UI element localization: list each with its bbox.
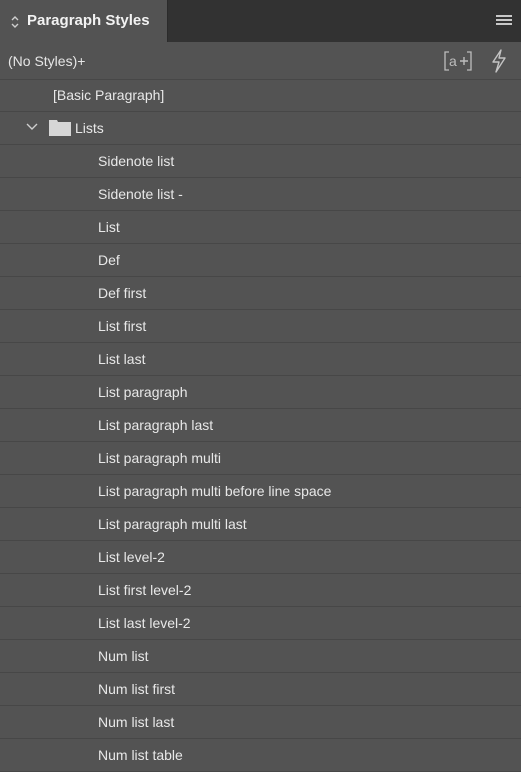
panel-title: Paragraph Styles	[27, 12, 150, 29]
style-name: List last level-2	[98, 615, 191, 631]
chevron-down-icon[interactable]	[26, 123, 38, 131]
svg-text:a: a	[449, 53, 457, 69]
style-row[interactable]: List paragraph multi last	[0, 508, 521, 541]
style-toolbar: (No Styles)+ a	[0, 43, 521, 80]
style-row-basic-paragraph[interactable]: [Basic Paragraph]	[0, 79, 521, 112]
style-name: List level-2	[98, 549, 165, 565]
style-row[interactable]: List last level-2	[0, 607, 521, 640]
style-row[interactable]: List paragraph multi before line space	[0, 475, 521, 508]
paragraph-styles-panel: Paragraph Styles (No Styles)+ a [Basic P…	[0, 0, 521, 772]
style-row[interactable]: List first	[0, 310, 521, 343]
style-row[interactable]: Def first	[0, 277, 521, 310]
lightning-icon[interactable]	[490, 49, 508, 73]
style-name: Num list	[98, 648, 149, 664]
style-name: List paragraph multi last	[98, 516, 247, 532]
tab-paragraph-styles[interactable]: Paragraph Styles	[0, 0, 168, 42]
style-name: List last	[98, 351, 146, 367]
style-name: Sidenote list -	[98, 186, 183, 202]
style-name: List first	[98, 318, 147, 334]
style-group-lists[interactable]: Lists	[0, 112, 521, 145]
style-row[interactable]: Num list	[0, 640, 521, 673]
style-name: Def	[98, 252, 120, 268]
group-items: Sidenote list Sidenote list - List Def Def f…	[0, 145, 521, 772]
style-name: List paragraph multi before line space	[98, 483, 332, 499]
style-row[interactable]: List paragraph last	[0, 409, 521, 442]
style-name: Num list last	[98, 714, 175, 730]
style-row[interactable]: Def	[0, 244, 521, 277]
styles-list: [Basic Paragraph] Lists Sidenote list Sid…	[0, 79, 521, 772]
style-name: List paragraph last	[98, 417, 214, 433]
style-name: List paragraph	[98, 384, 188, 400]
style-name: Def first	[98, 285, 147, 301]
style-row[interactable]: List paragraph	[0, 376, 521, 409]
folder-icon	[49, 120, 71, 136]
style-row[interactable]: List level-2	[0, 541, 521, 574]
current-style-label[interactable]: (No Styles)+	[8, 53, 85, 69]
style-name: [Basic Paragraph]	[53, 87, 165, 103]
panel-menu-icon[interactable]	[496, 15, 512, 27]
style-row[interactable]: Sidenote list -	[0, 178, 521, 211]
style-name: Num list table	[98, 747, 183, 763]
panel-tab-bar: Paragraph Styles	[0, 0, 521, 42]
style-row[interactable]: List first level-2	[0, 574, 521, 607]
style-row[interactable]: List	[0, 211, 521, 244]
style-name: List first level-2	[98, 582, 192, 598]
style-name: List	[98, 219, 120, 235]
group-name: Lists	[75, 120, 104, 136]
style-row[interactable]: Num list first	[0, 673, 521, 706]
style-row[interactable]: List paragraph multi	[0, 442, 521, 475]
style-name: List paragraph multi	[98, 450, 221, 466]
style-name: Num list first	[98, 681, 175, 697]
style-row[interactable]: Num list table	[0, 739, 521, 772]
collapse-expand-icon[interactable]	[10, 14, 20, 30]
new-style-icon[interactable]: a	[444, 51, 472, 71]
style-row[interactable]: Sidenote list	[0, 145, 521, 178]
style-name: Sidenote list	[98, 153, 175, 169]
style-row[interactable]: Num list last	[0, 706, 521, 739]
style-row[interactable]: List last	[0, 343, 521, 376]
